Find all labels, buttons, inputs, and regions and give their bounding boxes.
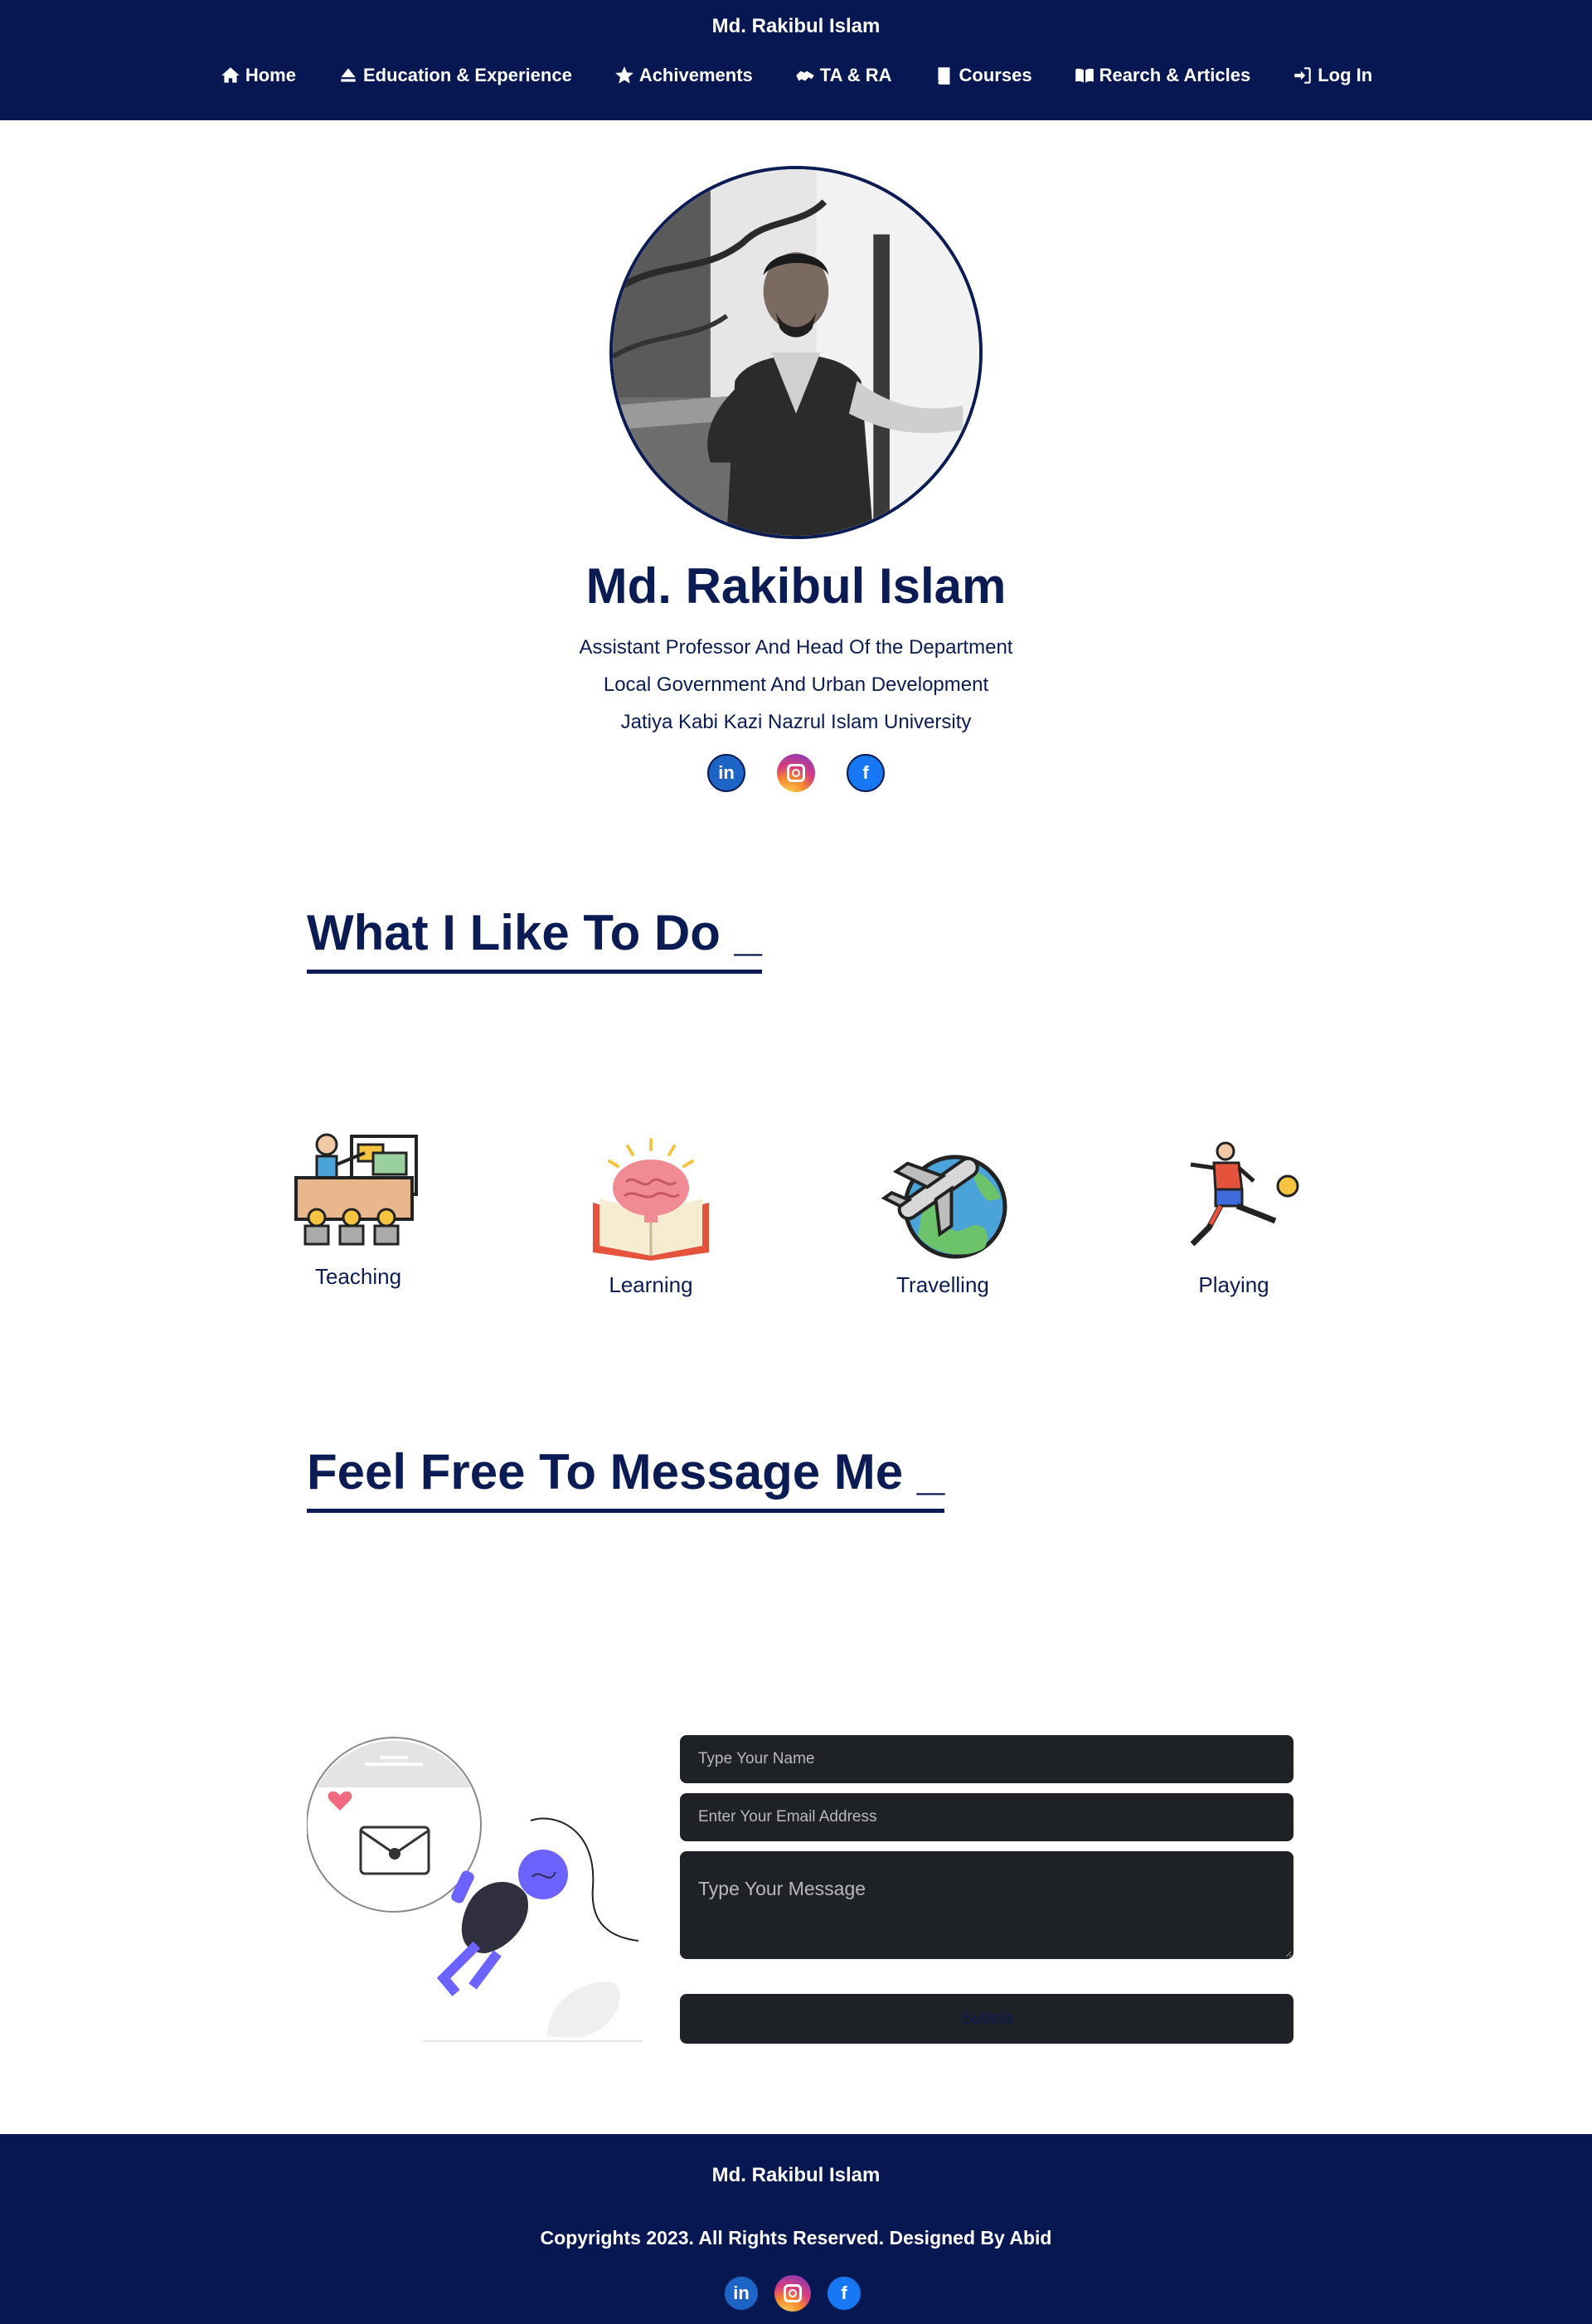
hobby-label: Travelling <box>896 1272 989 1297</box>
instagram-glyph <box>787 764 805 782</box>
submit-button[interactable]: Submit <box>680 1994 1294 2044</box>
nav-label: Rearch & Articles <box>1099 65 1251 85</box>
facebook-icon[interactable]: f <box>826 2275 862 2312</box>
travelling-icon <box>881 1155 1007 1259</box>
profile-name: Md. Rakibul Islam <box>585 558 1007 614</box>
handshake-icon <box>795 70 814 81</box>
profile-photo-image <box>613 169 979 536</box>
instagram-glyph <box>784 2284 802 2302</box>
name-input[interactable] <box>680 1735 1294 1783</box>
contact-heading: Feel Free To Message Me _ <box>307 1443 945 1513</box>
teaching-icon <box>294 1133 418 1246</box>
instagram-icon[interactable] <box>777 754 815 792</box>
login-icon <box>1294 67 1311 84</box>
nav-label: Home <box>245 65 296 85</box>
nav-education-experience[interactable]: Education & Experience <box>337 65 572 86</box>
footer-copyright: Copyrights 2023. All Rights Reserved. De… <box>540 2227 1052 2249</box>
nav-achivements[interactable]: Achivements <box>614 65 753 86</box>
instagram-icon[interactable] <box>774 2275 811 2312</box>
hobby-teaching: Teaching <box>255 1128 462 1290</box>
playing-icon <box>1190 1141 1299 1247</box>
linkedin-glyph: in <box>733 2283 750 2303</box>
profile-photo <box>609 166 983 539</box>
top-navbar: Md. Rakibul Islam Home Education & Exper… <box>0 0 1592 120</box>
profile-title: Assistant Professor And Head Of the Depa… <box>579 636 1013 659</box>
contact-illustration <box>306 1729 647 2044</box>
open-book-icon <box>1075 68 1094 83</box>
eject-icon <box>341 68 356 82</box>
hobby-label: Playing <box>1198 1272 1269 1297</box>
email-input[interactable] <box>680 1793 1294 1841</box>
linkedin-glyph: in <box>718 762 735 783</box>
nav-courses[interactable]: Courses <box>934 65 1032 86</box>
nav-home[interactable]: Home <box>220 65 296 86</box>
learning-icon <box>593 1138 709 1261</box>
site-brand[interactable]: Md. Rakibul Islam <box>0 15 1592 38</box>
profile-social-links: in f <box>707 754 885 792</box>
footer-social-links: in f <box>723 2275 862 2312</box>
home-icon <box>221 67 240 83</box>
hobbies-heading: What I Like To Do _ <box>307 904 762 974</box>
nav-label: Education & Experience <box>362 65 572 85</box>
nav-ta-ra[interactable]: TA & RA <box>794 65 892 86</box>
hobby-learning: Learning <box>547 1136 755 1298</box>
linkedin-icon[interactable]: in <box>723 2275 760 2312</box>
message-textarea[interactable] <box>680 1851 1294 1959</box>
footer-brand: Md. Rakibul Islam <box>711 2164 881 2186</box>
nav-label: TA & RA <box>819 65 892 85</box>
main-nav: Home Education & Experience Achivements … <box>0 65 1592 86</box>
profile-university: Jatiya Kabi Kazi Nazrul Islam University <box>620 711 972 733</box>
linkedin-icon[interactable]: in <box>707 754 745 792</box>
nav-label: Courses <box>959 65 1032 85</box>
star-icon <box>614 66 633 84</box>
nav-label: Log In <box>1318 65 1373 85</box>
facebook-glyph: f <box>862 762 869 783</box>
hobby-label: Teaching <box>314 1264 402 1289</box>
nav-login[interactable]: Log In <box>1292 65 1372 86</box>
facebook-glyph: f <box>841 2283 847 2303</box>
hobby-travelling: Travelling <box>839 1136 1046 1298</box>
book-icon <box>937 67 950 85</box>
hobby-playing: Playing <box>1130 1136 1337 1298</box>
footer: Md. Rakibul Islam Copyrights 2023. All R… <box>0 2134 1592 2324</box>
nav-research-articles[interactable]: Rearch & Articles <box>1074 65 1251 86</box>
hobby-label: Learning <box>609 1272 693 1297</box>
profile-department: Local Government And Urban Development <box>603 673 989 696</box>
facebook-icon[interactable]: f <box>847 754 885 792</box>
nav-label: Achivements <box>638 65 753 85</box>
mail-illustration-icon <box>306 1737 643 2042</box>
